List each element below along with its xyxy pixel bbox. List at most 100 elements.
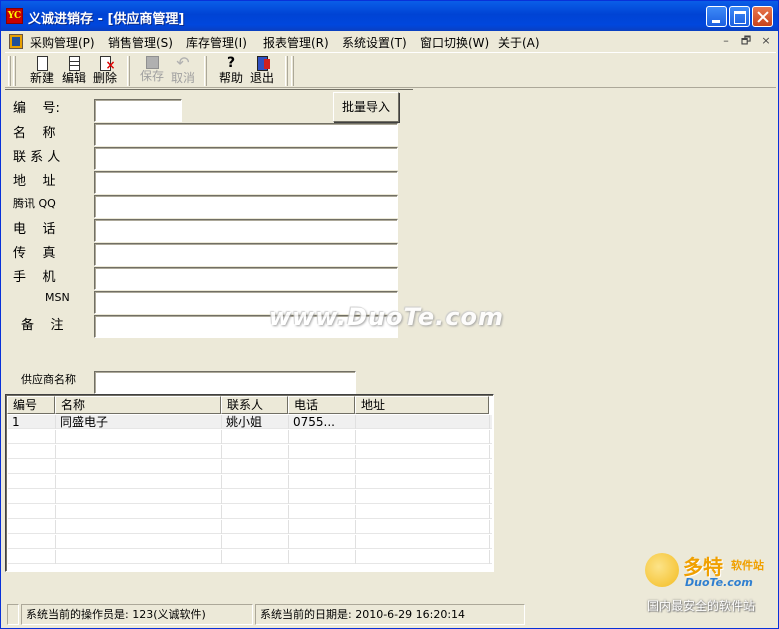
- undo-icon: ↶: [176, 53, 190, 72]
- cancel-label: 取消: [170, 71, 195, 85]
- new-label: 新建: [29, 71, 54, 85]
- menu-about[interactable]: 关于(A): [498, 34, 540, 51]
- name-field[interactable]: [94, 123, 398, 146]
- table-row-empty: [8, 490, 492, 504]
- code-label: 编 号:: [13, 101, 60, 116]
- supplier-search-input[interactable]: [94, 371, 356, 394]
- minimize-button[interactable]: [706, 6, 727, 27]
- mobile-label: 手 机: [13, 270, 56, 285]
- delete-button[interactable]: 删除: [90, 55, 120, 87]
- name-label: 名 称: [13, 126, 56, 141]
- phone-field[interactable]: [94, 219, 398, 242]
- save-icon: [145, 56, 159, 69]
- table-row-empty: [8, 460, 492, 474]
- code-field[interactable]: [94, 99, 182, 122]
- column-header-phone[interactable]: 电话: [288, 396, 355, 414]
- save-label: 保存: [139, 69, 164, 83]
- toolbar-separator: [291, 56, 294, 86]
- maximize-button[interactable]: [729, 6, 750, 27]
- status-pane-blank: [7, 604, 19, 625]
- status-operator: 系统当前的操作员是: 123(义诚软件): [21, 604, 253, 625]
- watermark-logo-site: DuoTe.com: [685, 576, 753, 589]
- help-label: 帮助: [218, 71, 243, 85]
- edit-label: 编辑: [61, 71, 86, 85]
- status-bar: 系统当前的操作员是: 123(义诚软件) 系统当前的日期是: 2010-6-29…: [5, 602, 776, 626]
- menu-inventory[interactable]: 库存管理(I): [186, 34, 247, 51]
- table-row-empty: [8, 520, 492, 534]
- msn-label: MSN: [45, 291, 70, 304]
- address-field[interactable]: [94, 171, 398, 194]
- column-header-code[interactable]: 编号: [7, 396, 55, 414]
- qq-field[interactable]: [94, 195, 398, 218]
- new-button[interactable]: 新建: [27, 55, 57, 87]
- help-button[interactable]: ? 帮助: [216, 55, 246, 87]
- menu-settings[interactable]: 系统设置(T): [342, 34, 407, 51]
- table-row-empty: [8, 535, 492, 549]
- table-row-empty: [8, 445, 492, 459]
- menu-reports[interactable]: 报表管理(R): [263, 34, 329, 51]
- delete-label: 删除: [92, 71, 117, 85]
- cell-address: [356, 415, 490, 429]
- app-logo-icon[interactable]: YC: [6, 8, 23, 24]
- child-close-icon[interactable]: ×: [759, 34, 773, 48]
- cell-phone: 0755...: [289, 415, 356, 429]
- batch-import-button[interactable]: 批量导入: [333, 92, 399, 122]
- toolbar: 新建 编辑 删除 保存 ↶ 取消 ? 帮助 退出: [5, 52, 776, 88]
- column-header-name[interactable]: 名称: [55, 396, 221, 414]
- new-file-icon: [36, 56, 48, 71]
- toolbar-grip: [13, 56, 16, 86]
- help-icon: ?: [226, 55, 236, 71]
- edit-button[interactable]: 编辑: [59, 55, 89, 87]
- supplier-table[interactable]: 编号 名称 联系人 电话 地址 1 同盛电子 姚小姐 0755...: [5, 394, 494, 572]
- title-bar[interactable]: YC 义诚进销存 - [供应商管理]: [1, 1, 778, 31]
- table-row[interactable]: 1 同盛电子 姚小姐 0755...: [8, 415, 492, 429]
- menu-sales[interactable]: 销售管理(S): [108, 34, 173, 51]
- contact-label: 联 系 人: [13, 150, 61, 165]
- address-label: 地 址: [13, 174, 56, 189]
- table-body: 1 同盛电子 姚小姐 0755...: [8, 415, 492, 567]
- child-window-icon[interactable]: [9, 34, 23, 49]
- table-row-empty: [8, 550, 492, 564]
- menu-window[interactable]: 窗口切换(W): [420, 34, 489, 51]
- toolbar-separator: [285, 56, 288, 86]
- toolbar-separator: [127, 56, 130, 86]
- watermark-logo-subtitle: 软件站: [731, 559, 764, 572]
- form-frame: [5, 89, 413, 90]
- exit-door-icon: [256, 56, 270, 71]
- cell-name: 同盛电子: [56, 415, 222, 429]
- delete-icon: [99, 56, 116, 71]
- exit-button[interactable]: 退出: [247, 55, 277, 87]
- main-window: YC 义诚进销存 - [供应商管理] 采购管理(P) 销售管理(S) 库存管理(…: [0, 0, 779, 629]
- remark-label: 备 注: [21, 318, 64, 333]
- contact-field[interactable]: [94, 147, 398, 170]
- table-row-empty: [8, 475, 492, 489]
- phone-label: 电 话: [13, 222, 56, 237]
- table-row-empty: [8, 505, 492, 519]
- save-button[interactable]: 保存: [137, 55, 167, 87]
- toolbar-grip[interactable]: [8, 56, 11, 86]
- fax-label: 传 真: [13, 246, 56, 261]
- edit-icon: [68, 56, 80, 71]
- table-header: 编号 名称 联系人 电话 地址: [7, 396, 491, 414]
- close-button[interactable]: [752, 6, 773, 27]
- cancel-button[interactable]: ↶ 取消: [168, 55, 198, 87]
- mobile-field[interactable]: [94, 267, 398, 290]
- column-header-contact[interactable]: 联系人: [221, 396, 288, 414]
- exit-label: 退出: [249, 71, 274, 85]
- window-title: 义诚进销存 - [供应商管理]: [28, 12, 185, 27]
- table-row-empty: [8, 430, 492, 444]
- fax-field[interactable]: [94, 243, 398, 266]
- watermark-text: www.DuoTe.com: [269, 303, 504, 331]
- cell-code: 1: [8, 415, 56, 429]
- column-header-address[interactable]: 地址: [355, 396, 489, 414]
- menu-bar: 采购管理(P) 销售管理(S) 库存管理(I) 报表管理(R) 系统设置(T) …: [5, 31, 776, 52]
- child-restore-icon[interactable]: 🗗: [739, 34, 753, 48]
- status-date: 系统当前的日期是: 2010-6-29 16:20:14: [255, 604, 525, 625]
- mascot-icon: [645, 553, 679, 587]
- child-minimize-icon[interactable]: –: [719, 34, 733, 48]
- toolbar-separator: [204, 56, 207, 86]
- qq-label: 腾讯 QQ: [13, 197, 56, 210]
- cell-contact: 姚小姐: [222, 415, 289, 429]
- menu-purchase[interactable]: 采购管理(P): [30, 34, 95, 51]
- supplier-search-label: 供应商名称: [21, 373, 76, 386]
